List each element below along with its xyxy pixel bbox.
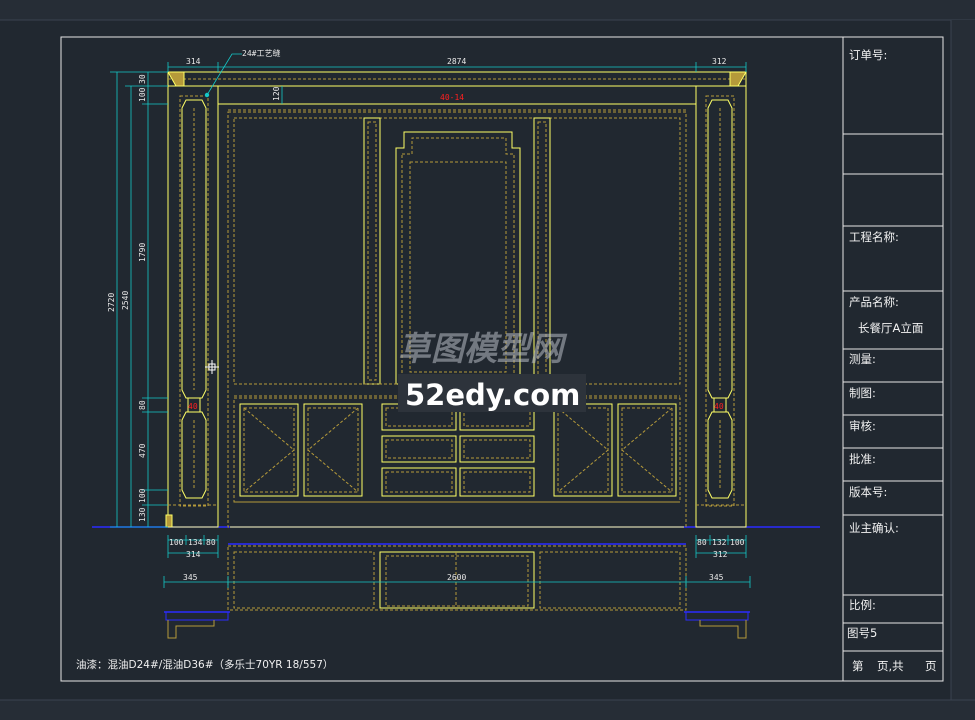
red-label-right: 40 [714,402,724,411]
dim-bl-1: 134 [188,538,203,547]
reviewer-label: 审核: [849,419,876,433]
watermark-url: 52edy.com [405,378,580,412]
title-block: 订单号: 工程名称: 产品名称: 长餐厅A立面 测量: 制图: 审核: 批准: … [842,37,943,681]
dim-bl-total: 314 [186,550,201,559]
product-name-value: 长餐厅A立面 [858,321,923,335]
dim-bl-2: 80 [206,538,216,547]
dim-chain-6: 130 [138,507,147,522]
dim-left-outer-total: 2720 [107,293,116,312]
center-paneling [227,111,687,528]
top-toolbar-strip [0,0,975,20]
dim-bl-0: 100 [169,538,184,547]
dim-br-2: 100 [730,538,745,547]
dim-chain-2: 1790 [138,243,147,262]
drafter-label: 制图: [849,386,876,400]
product-name-label: 产品名称: [849,295,899,309]
page-mid: 页,共 [877,659,904,673]
dim-br-0: 80 [697,538,707,547]
order-no-label: 订单号: [849,48,887,62]
page-suffix: 页 [925,659,937,673]
dim-top-right: 312 [712,57,727,66]
page-prefix: 第 [852,659,864,673]
dim-left-inner-total: 2540 [121,291,130,310]
dim-overall-center: 2600 [447,573,466,582]
dim-top-left: 314 [186,57,201,66]
right-pillar [695,85,747,528]
approver-label: 批准: [849,452,876,466]
paint-note: 油漆：混油D24#/混油D36#（多乐士70YR 18/557） [76,658,333,671]
project-name-label: 工程名称: [849,230,899,244]
dim-chain-5: 100 [138,488,147,503]
bottom-status-strip [0,700,975,720]
dim-chain-3: 80 [138,400,147,410]
dim-top-center: 2874 [447,57,466,66]
dim-chain-4: 470 [138,443,147,458]
right-scroll-strip [951,20,975,700]
dim-br-total: 312 [713,550,728,559]
version-label: 版本号: [849,485,887,499]
red-label-top: 40-14 [440,93,464,102]
dim-overall-left: 345 [183,573,198,582]
drawing-number: 图号5 [847,626,877,640]
dim-chain-1: 100 [138,87,147,102]
crosshair-cursor-icon [205,360,219,374]
left-pillar [165,85,219,528]
top-cornice [167,71,747,111]
dim-gap: 120 [272,86,281,101]
scale-label: 比例: [849,598,876,612]
owner-confirm-label: 业主确认: [849,521,899,535]
dim-br-1: 132 [712,538,727,547]
craft-seam-label: 24#工艺缝 [242,48,280,58]
cabinet-row [230,397,684,528]
watermark-chinese: 草图模型网 [398,329,568,368]
dim-chain-0: 30 [138,74,147,84]
plan-view [164,543,750,639]
measure-label: 测量: [849,352,876,366]
cad-drawing-canvas[interactable]: 订单号: 工程名称: 产品名称: 长餐厅A立面 测量: 制图: 审核: 批准: … [0,0,975,720]
red-label-left: 40 [188,402,198,411]
dim-overall-right: 345 [709,573,724,582]
